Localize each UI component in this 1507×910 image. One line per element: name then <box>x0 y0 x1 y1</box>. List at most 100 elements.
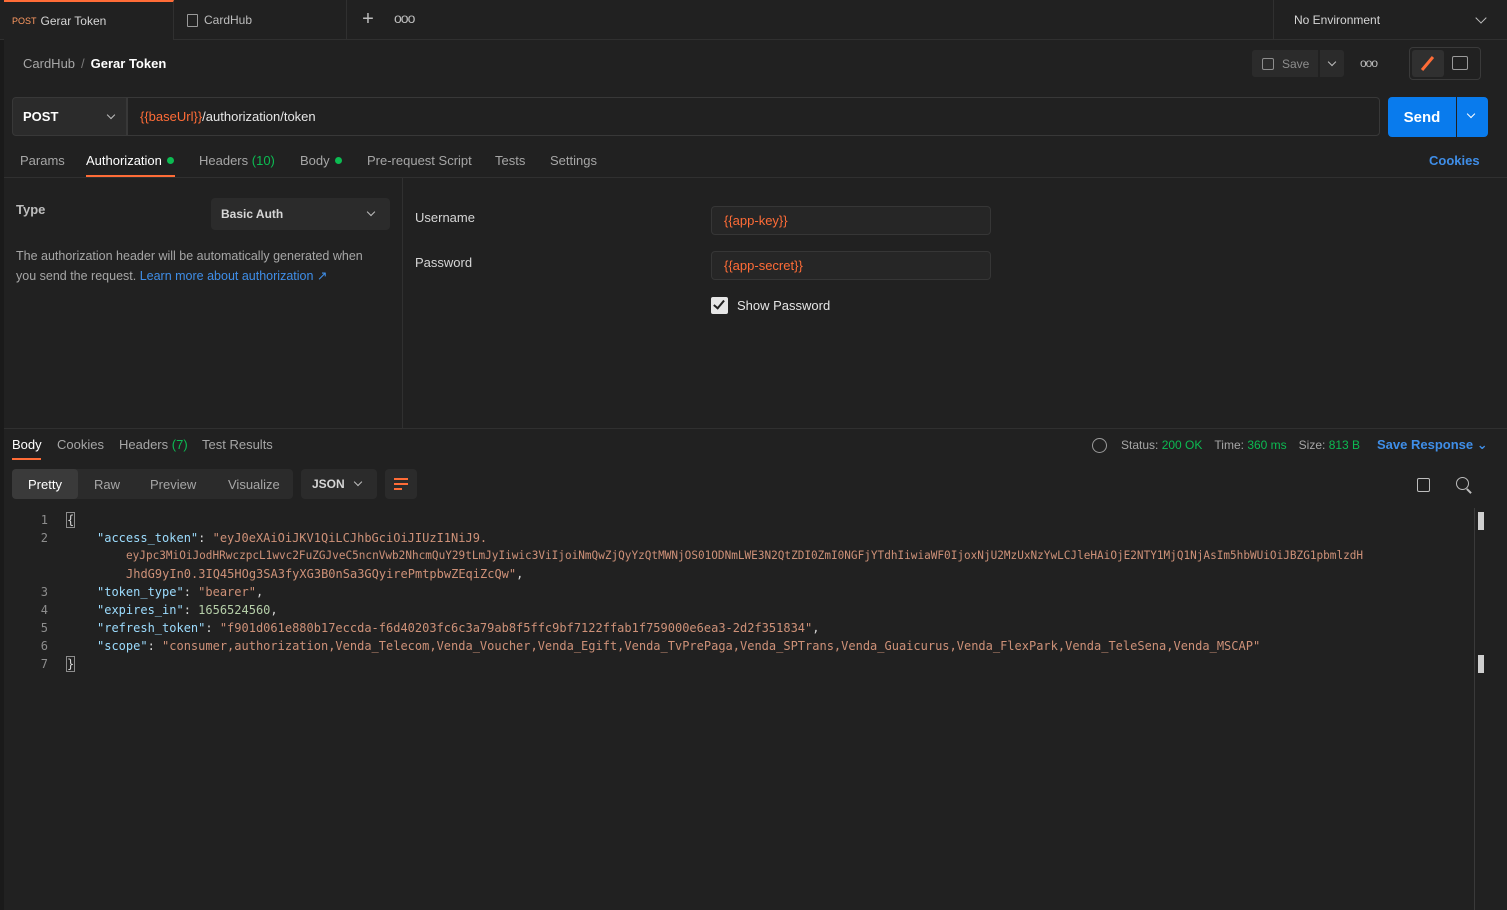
url-path: /authorization/token <box>202 109 316 124</box>
status-value: 200 OK <box>1161 438 1203 452</box>
username-input[interactable]: {{app-key}} <box>711 206 991 235</box>
time-value: 360 ms <box>1247 438 1287 452</box>
active-tab-indicator <box>12 458 41 460</box>
scroll-marker[interactable] <box>1478 655 1484 673</box>
more-actions-icon[interactable]: ooo <box>1360 56 1378 70</box>
divider <box>4 428 1507 429</box>
save-button[interactable]: Save <box>1252 50 1318 77</box>
copy-icon[interactable] <box>1417 478 1430 492</box>
edit-mode-button[interactable] <box>1412 50 1444 77</box>
json-value: "f901d061e880b17eccda-f6d40203fc6c3a79ab… <box>219 621 813 635</box>
globe-icon[interactable] <box>1092 438 1107 453</box>
response-tab-cookies[interactable]: Cookies <box>57 437 104 452</box>
divider <box>4 177 1507 178</box>
learn-more-link[interactable]: Learn more about authorization ↗ <box>140 269 328 283</box>
save-response-label: Save Response <box>1377 437 1474 452</box>
scroll-marker[interactable] <box>1478 512 1484 530</box>
response-tab-body[interactable]: Body <box>12 437 42 452</box>
line-number: 5 <box>40 621 48 635</box>
status-dot <box>334 157 342 164</box>
tab-title: CardHub <box>204 13 253 27</box>
auth-type-select[interactable]: Basic Auth <box>211 198 390 230</box>
save-dropdown-button[interactable] <box>1320 50 1344 77</box>
tab-settings[interactable]: Settings <box>550 153 597 168</box>
environment-label: No Environment <box>1294 13 1381 27</box>
time-label: Time: <box>1214 438 1244 452</box>
tab-body[interactable]: Body <box>300 153 342 168</box>
view-visualize-button[interactable]: Visualize <box>228 469 280 499</box>
chevron-down-icon <box>366 207 376 217</box>
tab-tests[interactable]: Tests <box>495 153 525 168</box>
document-icon <box>187 13 198 27</box>
json-key: "refresh_token" <box>97 621 206 635</box>
new-tab-plus-icon[interactable]: + <box>358 9 378 29</box>
show-password-label[interactable]: Show Password <box>737 298 830 313</box>
json-close-brace: } <box>65 656 76 672</box>
breadcrumb-request[interactable]: Gerar Token <box>91 56 167 71</box>
environment-selector[interactable]: No Environment <box>1273 0 1507 40</box>
json-line-refresh-token: "refresh_token": "f901d061e880b17eccda-f… <box>97 621 820 635</box>
response-tab-test-results[interactable]: Test Results <box>202 437 273 452</box>
json-value: JhdG9yIn0.3IQ45HOg3SA3fyXG3B0nSa3GQyireP… <box>126 567 517 581</box>
check-icon <box>713 297 725 310</box>
line-number: 6 <box>40 639 48 653</box>
tab-label: Headers <box>199 153 249 168</box>
save-disk-icon <box>1262 57 1274 70</box>
view-pretty-button[interactable]: Pretty <box>12 469 78 499</box>
json-key: "token_type" <box>97 585 184 599</box>
chevron-down-icon <box>1475 12 1487 24</box>
tab-pre-request-script[interactable]: Pre-request Script <box>367 153 472 168</box>
password-label: Password <box>415 255 473 270</box>
tab-label: Body <box>300 153 330 168</box>
url-input[interactable]: {{baseUrl}}/authorization/token <box>127 97 1380 136</box>
json-key: "scope" <box>97 639 148 653</box>
cookies-link[interactable]: Cookies <box>1429 153 1480 168</box>
size-label: Size: <box>1298 438 1326 452</box>
password-input[interactable]: {{app-secret}} <box>711 251 991 280</box>
tab-more-icon[interactable]: ooo <box>394 10 415 30</box>
tab-label: Authorization <box>86 153 162 168</box>
tab-params[interactable]: Params <box>20 153 65 168</box>
breadcrumb-collection[interactable]: CardHub <box>23 56 75 71</box>
response-tab-headers[interactable]: Headers (7) <box>119 437 188 452</box>
tab-gerar-token[interactable]: POST Gerar Token <box>4 0 174 40</box>
save-response-button[interactable]: Save Response ⌄ <box>1377 437 1488 453</box>
wrap-lines-icon[interactable] <box>385 469 417 499</box>
response-status-line: Status: 200 OK Time: 360 ms Size: 813 B <box>1121 438 1372 452</box>
auth-help-text: The authorization header will be automat… <box>16 246 386 286</box>
json-value: 1656524560 <box>198 603 271 617</box>
view-preview-button[interactable]: Preview <box>150 469 196 499</box>
json-line-access-token: "access_token": "eyJ0eXAiOiJKV1QiLCJhbGc… <box>97 531 488 545</box>
comments-icon[interactable] <box>1452 56 1468 70</box>
json-line-token-type: "token_type": "bearer", <box>97 585 264 599</box>
json-value: "consumer,authorization,Venda_Telecom,Ve… <box>162 639 1261 653</box>
show-password-checkbox[interactable] <box>711 297 728 314</box>
headers-count: (10) <box>251 153 275 168</box>
json-line-access-token-cont: eyJpc3MiOiJodHRwczpcL1wvc2FuZGJveC5ncnVw… <box>126 549 1363 562</box>
format-select[interactable]: JSON <box>301 469 377 499</box>
chevron-down-icon <box>1327 57 1337 67</box>
line-number: 3 <box>40 585 48 599</box>
window-edge <box>0 0 4 910</box>
line-number: 2 <box>40 531 48 545</box>
pencil-icon <box>1420 56 1435 71</box>
json-line-access-token-end: JhdG9yIn0.3IQ45HOg3SA3fyXG3B0nSa3GQyireP… <box>126 567 524 581</box>
view-raw-button[interactable]: Raw <box>94 469 120 499</box>
chevron-down-icon <box>1466 109 1476 119</box>
chevron-down-icon <box>106 110 116 120</box>
tab-headers[interactable]: Headers (10) <box>199 153 275 168</box>
json-open-brace: { <box>65 512 76 528</box>
method-select[interactable]: POST <box>12 97 127 136</box>
json-line-scope: "scope": "consumer,authorization,Venda_T… <box>97 639 1261 653</box>
search-icon[interactable] <box>1456 477 1469 490</box>
json-line-expires-in: "expires_in": 1656524560, <box>97 603 278 617</box>
divider <box>402 178 403 428</box>
tab-cardhub[interactable]: CardHub <box>175 0 347 40</box>
send-button[interactable]: Send <box>1388 97 1456 137</box>
editor-scrollbar-track[interactable] <box>1474 508 1475 910</box>
json-value: "eyJ0eXAiOiJKV1QiLCJhbGciOiJIUzI1NiJ9. <box>212 531 488 545</box>
format-value: JSON <box>312 477 345 491</box>
tab-authorization[interactable]: Authorization <box>86 153 174 168</box>
tab-label: Headers <box>119 437 169 452</box>
send-dropdown-button[interactable] <box>1457 97 1488 137</box>
